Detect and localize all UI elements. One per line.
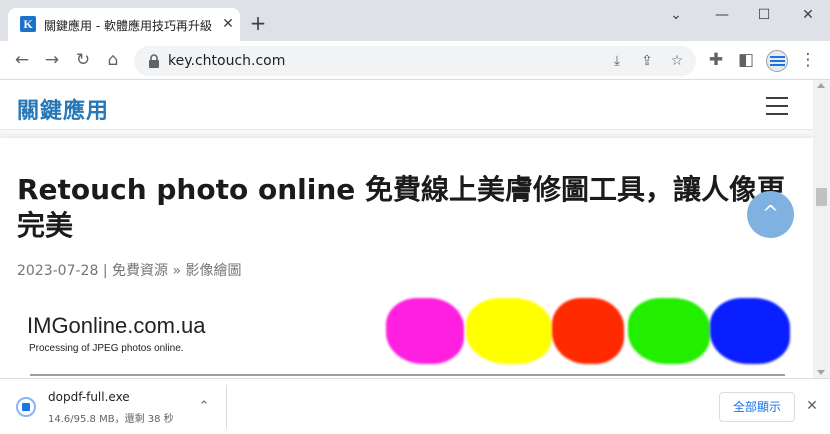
download-status: 14.6/95.8 MB，還剩 38 秒 bbox=[48, 414, 174, 425]
home-button[interactable]: ⌂ bbox=[101, 48, 125, 72]
article-title[interactable]: Retouch photo online 免費線上美膚修圖工具，讓人像更完美 bbox=[17, 172, 787, 244]
breadcrumb-separator: » bbox=[168, 263, 186, 279]
maximize-button[interactable]: ☐ bbox=[744, 4, 784, 26]
color-blob bbox=[710, 298, 790, 364]
banner-subtitle: Processing of JPEG photos online. bbox=[29, 343, 184, 354]
banner-title: IMGonline.com.ua bbox=[27, 313, 206, 338]
reload-button[interactable]: ↻ bbox=[71, 48, 95, 72]
tab-close-icon[interactable]: ✕ bbox=[220, 16, 236, 32]
banner-divider bbox=[30, 374, 785, 376]
minimize-button[interactable]: — bbox=[702, 4, 742, 26]
category-link[interactable]: 免費資源 bbox=[112, 263, 168, 279]
install-app-icon[interactable]: ⤓ bbox=[606, 50, 628, 72]
article-date: 2023-07-28 bbox=[17, 263, 99, 279]
color-blob bbox=[552, 298, 624, 364]
color-blob bbox=[386, 298, 464, 364]
browser-menu-icon[interactable]: ⋮ bbox=[796, 48, 820, 72]
url-text[interactable]: key.chtouch.com bbox=[168, 53, 285, 69]
page-scrollbar[interactable] bbox=[813, 80, 830, 378]
back-button[interactable]: ← bbox=[10, 48, 34, 72]
profile-avatar[interactable] bbox=[766, 50, 788, 72]
article-card: Retouch photo online 免費線上美膚修圖工具，讓人像更完美 2… bbox=[0, 138, 813, 378]
bookmark-star-icon[interactable]: ☆ bbox=[666, 50, 688, 72]
color-blob bbox=[628, 298, 710, 364]
site-logo[interactable]: 關鍵應用 bbox=[17, 93, 109, 125]
tab-search-button[interactable]: ⌄ bbox=[656, 4, 696, 26]
site-favicon-icon: K bbox=[20, 16, 36, 32]
article-banner-image: IMGonline.com.ua Processing of JPEG phot… bbox=[20, 288, 795, 378]
forward-button[interactable]: → bbox=[40, 48, 64, 72]
browser-tab[interactable]: K 關鍵應用 - 軟體應用技巧再升級 ✕ bbox=[8, 8, 240, 41]
download-filename[interactable]: dopdf-full.exe bbox=[48, 390, 130, 404]
lock-icon[interactable] bbox=[146, 53, 162, 69]
tab-title: 關鍵應用 - 軟體應用技巧再升級 bbox=[44, 19, 212, 33]
close-shelf-icon[interactable]: ✕ bbox=[802, 396, 822, 416]
shelf-divider bbox=[226, 385, 227, 429]
article-meta: 2023-07-28 | 免費資源 » 影像繪圖 bbox=[17, 260, 241, 280]
page-viewport: 關鍵應用 Retouch photo online 免費線上美膚修圖工具，讓人像… bbox=[0, 80, 830, 378]
scrollbar-thumb[interactable] bbox=[816, 188, 827, 206]
browser-toolbar: ← → ↻ ⌂ key.chtouch.com ⤓ ⇪ ☆ ✚ ◧ ⋮ bbox=[0, 41, 830, 80]
side-panel-icon[interactable]: ◧ bbox=[734, 48, 758, 72]
address-bar[interactable]: key.chtouch.com ⤓ ⇪ ☆ bbox=[134, 46, 696, 76]
color-blob bbox=[466, 298, 552, 364]
share-icon[interactable]: ⇪ bbox=[636, 50, 658, 72]
subcategory-link[interactable]: 影像繪圖 bbox=[185, 263, 241, 279]
hamburger-menu-icon[interactable] bbox=[766, 97, 788, 115]
download-file-icon[interactable] bbox=[16, 397, 36, 417]
extensions-icon[interactable]: ✚ bbox=[704, 48, 728, 72]
new-tab-button[interactable]: + bbox=[246, 12, 270, 36]
scroll-up-arrow-icon[interactable] bbox=[817, 83, 825, 88]
scroll-to-top-button[interactable]: ^ bbox=[747, 191, 794, 238]
site-header: 關鍵應用 bbox=[0, 80, 813, 130]
close-window-button[interactable]: ✕ bbox=[788, 4, 828, 26]
download-shelf: dopdf-full.exe 14.6/95.8 MB，還剩 38 秒 ⌃ 全部… bbox=[0, 378, 830, 434]
download-options-chevron-icon[interactable]: ⌃ bbox=[194, 397, 214, 417]
show-all-downloads-button[interactable]: 全部顯示 bbox=[719, 392, 795, 422]
title-bar: K 關鍵應用 - 軟體應用技巧再升級 ✕ + ⌄ — ☐ ✕ bbox=[0, 0, 830, 41]
scroll-down-arrow-icon[interactable] bbox=[817, 370, 825, 375]
meta-separator: | bbox=[98, 263, 112, 279]
